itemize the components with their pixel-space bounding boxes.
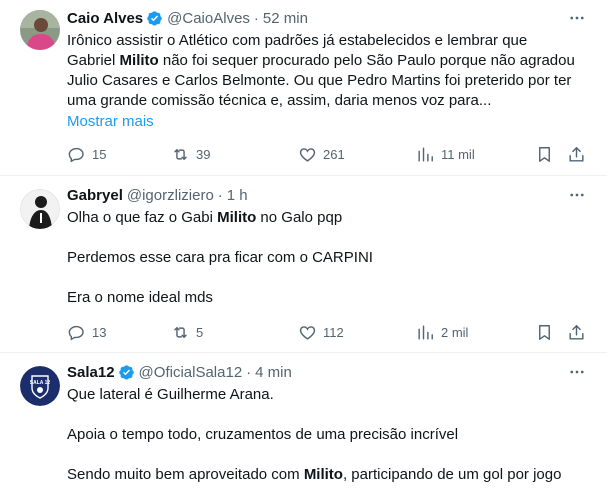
tweet-text-line: Gabriel Milito não foi sequer procurado …	[67, 51, 587, 71]
tweet-caio-alves[interactable]: Caio Alves @CaioAlves · 52 min Irônico a…	[0, 0, 607, 176]
like-icon	[299, 325, 316, 340]
views-count: 11 mil	[441, 146, 475, 162]
tweet-text-line: Olha o que faz o Gabi Milito no Galo pqp	[67, 208, 587, 228]
avatar[interactable]: SALA 12	[20, 366, 60, 406]
like-button[interactable]: 261	[298, 144, 345, 164]
tweet-timestamp[interactable]: 4 min	[255, 364, 292, 381]
tweet-body: Caio Alves @CaioAlves · 52 min Irônico a…	[67, 8, 587, 132]
tweet-text-line: Julio Casares e Carlos Belmonte. Ou que …	[67, 71, 587, 91]
separator-dot: ·	[246, 363, 252, 381]
tweet-actions: 15 39 261 11 mil	[67, 144, 587, 164]
tweet-timestamp[interactable]: 52 min	[263, 10, 308, 27]
views-icon	[418, 324, 433, 340]
tweet-text: Que lateral é Guilherme Arana. Apoia o t…	[67, 385, 587, 485]
like-count: 261	[323, 146, 345, 162]
tweet-text-line: uma grande comissão técnica e, assim, da…	[67, 91, 587, 111]
retweet-button[interactable]: 5	[171, 322, 203, 342]
share-icon	[569, 324, 584, 340]
more-options-icon[interactable]	[567, 8, 587, 28]
reply-icon	[68, 147, 84, 163]
tweet-timestamp[interactable]: 1 h	[227, 187, 248, 204]
more-options-icon[interactable]	[567, 185, 587, 205]
text-segment: Julio Casares e Carlos Belmonte. Ou que …	[67, 72, 572, 89]
text-segment: Olha o que faz o Gabi	[67, 209, 218, 226]
share-button[interactable]	[567, 322, 586, 342]
views-icon	[418, 146, 433, 162]
views-button[interactable]: 2 mil	[416, 322, 468, 342]
tweet-text: Olha o que faz o Gabi Milito no Galo pqp…	[67, 208, 587, 308]
tweet-header: Gabryel @igorzliziero · 1 h	[67, 185, 587, 205]
highlighted-term: Milito	[217, 209, 257, 226]
show-more-link[interactable]: Mostrar mais	[67, 112, 587, 132]
tweet-sala12[interactable]: SALA 12 Sala12 @OficialSala12 · 4 min Qu…	[0, 354, 607, 504]
tweet-body: Gabryel @igorzliziero · 1 h Olha o que f…	[67, 185, 587, 308]
highlighted-term: Milito	[119, 52, 159, 69]
tweet-text-line: Que lateral é Guilherme Arana.	[67, 385, 587, 405]
text-segment: no Galo pqp	[256, 209, 343, 226]
reply-count: 13	[92, 324, 107, 340]
tweet-text-line: Era o nome ideal mds	[67, 288, 587, 308]
verified-badge-icon	[146, 10, 163, 27]
tweet-text: Irônico assistir o Atlético com padrões …	[67, 31, 587, 111]
like-count: 112	[323, 324, 344, 340]
text-segment: Era o nome ideal mds	[67, 289, 213, 306]
separator-dot: ·	[253, 9, 259, 27]
tweet-text-line: Apoia o tempo todo, cruzamentos de uma p…	[67, 425, 587, 445]
views-button[interactable]: 11 mil	[416, 144, 475, 164]
tweet-text-line: Irônico assistir o Atlético com padrões …	[67, 31, 587, 51]
like-button[interactable]: 112	[298, 322, 344, 342]
tweet-header: Sala12 @OficialSala12 · 4 min	[67, 362, 587, 382]
share-icon	[569, 146, 584, 162]
text-segment: não foi sequer procurado pelo São Paulo …	[158, 52, 575, 69]
text-segment: Gabriel	[67, 52, 120, 69]
retweet-count: 39	[196, 146, 211, 162]
author-handle[interactable]: @OficialSala12	[139, 364, 243, 381]
tweet-text-line: Perdemos esse cara pra ficar com o CARPI…	[67, 248, 587, 268]
text-segment: , participando de um gol por jogo	[342, 466, 562, 483]
retweet-icon	[174, 326, 187, 338]
bookmark-button[interactable]	[535, 322, 554, 342]
text-segment: Sendo muito bem aproveitado com	[67, 466, 304, 483]
text-segment: Perdemos esse cara pra ficar com o CARPI…	[67, 249, 373, 266]
tweet-header: Caio Alves @CaioAlves · 52 min	[67, 8, 587, 28]
author-handle[interactable]: @CaioAlves	[167, 10, 250, 27]
author-name[interactable]: Sala12	[67, 364, 115, 381]
avatar[interactable]	[20, 189, 60, 229]
text-segment: Apoia o tempo todo, cruzamentos de uma p…	[67, 426, 459, 443]
bookmark-button[interactable]	[535, 144, 554, 164]
retweet-count: 5	[196, 324, 204, 340]
author-name[interactable]: Gabryel	[67, 187, 123, 204]
text-segment: Irônico assistir o Atlético com padrões …	[67, 32, 528, 49]
verified-badge-icon	[118, 364, 135, 381]
tweet-actions: 13 5 112 2 mil	[67, 322, 587, 342]
author-name[interactable]: Caio Alves	[67, 10, 143, 27]
avatar[interactable]	[20, 10, 60, 50]
tweet-text-line: Sendo muito bem aproveitado com Milito, …	[67, 465, 587, 485]
text-segment: Que lateral é Guilherme Arana.	[67, 386, 274, 403]
tweet-gabryel[interactable]: Gabryel @igorzliziero · 1 h Olha o que f…	[0, 177, 607, 353]
retweet-icon	[174, 148, 187, 160]
highlighted-term: Milito	[303, 466, 343, 483]
avatar-badge-text: SALA 12	[30, 380, 51, 386]
bookmark-icon	[539, 324, 550, 340]
more-options-icon[interactable]	[567, 362, 587, 382]
author-handle[interactable]: @igorzliziero	[127, 187, 214, 204]
text-segment: uma grande comissão técnica e, assim, da…	[67, 92, 492, 109]
bookmark-icon	[539, 146, 550, 162]
tweet-body: Sala12 @OficialSala12 · 4 min Que latera…	[67, 362, 587, 485]
like-icon	[299, 147, 316, 162]
reply-button[interactable]: 13	[67, 322, 106, 342]
reply-button[interactable]: 15	[67, 144, 106, 164]
views-count: 2 mil	[441, 324, 469, 340]
separator-dot: ·	[217, 186, 223, 204]
retweet-button[interactable]: 39	[171, 144, 210, 164]
timeline-feed: Caio Alves @CaioAlves · 52 min Irônico a…	[0, 0, 607, 504]
reply-count: 15	[92, 146, 107, 162]
reply-icon	[68, 325, 84, 341]
share-button[interactable]	[567, 144, 586, 164]
